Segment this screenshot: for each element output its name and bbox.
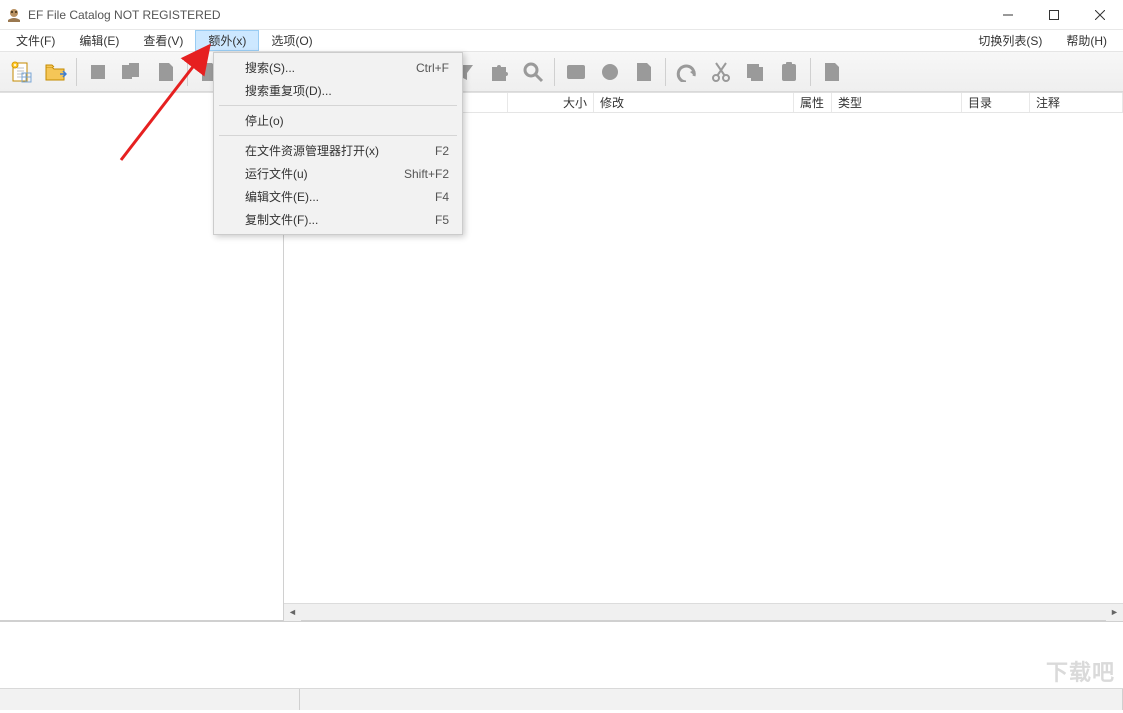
window-title: EF File Catalog NOT REGISTERED (28, 8, 221, 22)
status-cell-1 (0, 689, 300, 710)
content-area: 大小 修改 属性 类型 目录 注释 ◄ ► (0, 92, 1123, 620)
menu-separator (219, 105, 457, 106)
tb-stop-icon[interactable] (83, 57, 113, 87)
log-panel[interactable] (0, 620, 1123, 688)
menu-item-label: 在文件资源管理器打开(x) (245, 142, 379, 159)
col-attr[interactable]: 属性 (794, 93, 832, 112)
menu-item-label: 复制文件(F)... (245, 211, 318, 228)
menu-file[interactable]: 文件(F) (4, 30, 67, 51)
col-dir[interactable]: 目录 (962, 93, 1030, 112)
maximize-button[interactable] (1031, 0, 1077, 30)
menu-item-open-explorer[interactable]: 在文件资源管理器打开(x) F2 (217, 139, 459, 162)
menu-switchlist[interactable]: 切换列表(S) (966, 30, 1054, 51)
tb-search-icon[interactable] (518, 57, 548, 87)
status-cell-2 (300, 689, 1123, 710)
menu-item-copy-file[interactable]: 复制文件(F)... F5 (217, 208, 459, 231)
menu-item-label: 编辑文件(E)... (245, 188, 319, 205)
tb-copy-icon[interactable] (740, 57, 770, 87)
menu-view[interactable]: 查看(V) (131, 30, 195, 51)
menu-item-search-duplicates[interactable]: 搜索重复项(D)... (217, 79, 459, 102)
menu-item-shortcut: Ctrl+F (416, 61, 449, 75)
menu-edit[interactable]: 编辑(E) (67, 30, 131, 51)
menu-item-shortcut: F5 (435, 213, 449, 227)
menu-item-run-file[interactable]: 运行文件(u) Shift+F2 (217, 162, 459, 185)
tb-doc4-icon[interactable] (817, 57, 847, 87)
menu-options[interactable]: 选项(O) (259, 30, 324, 51)
horizontal-scrollbar[interactable]: ◄ ► (284, 603, 1123, 620)
menu-separator (219, 135, 457, 136)
menu-item-label: 搜索重复项(D)... (245, 82, 332, 99)
tb-files-icon[interactable] (117, 57, 147, 87)
col-modified[interactable]: 修改 (594, 93, 794, 112)
tb-doc3-icon[interactable] (629, 57, 659, 87)
menu-extra[interactable]: 额外(x) (195, 30, 259, 51)
menu-help[interactable]: 帮助(H) (1054, 30, 1119, 51)
window-controls (985, 0, 1123, 30)
menu-item-label: 停止(o) (245, 112, 284, 129)
extra-menu-dropdown: 搜索(S)... Ctrl+F 搜索重复项(D)... 停止(o) 在文件资源管… (213, 52, 463, 235)
tb-puzzle-icon[interactable] (484, 57, 514, 87)
statusbar (0, 688, 1123, 710)
tb-paste-icon[interactable] (774, 57, 804, 87)
col-size[interactable]: 大小 (508, 93, 594, 112)
toolbar (0, 52, 1123, 92)
menu-item-search[interactable]: 搜索(S)... Ctrl+F (217, 56, 459, 79)
menu-item-edit-file[interactable]: 编辑文件(E)... F4 (217, 185, 459, 208)
tb-doc1-icon[interactable] (151, 57, 181, 87)
menu-item-label: 运行文件(u) (245, 165, 308, 182)
close-button[interactable] (1077, 0, 1123, 30)
menu-item-stop[interactable]: 停止(o) (217, 109, 459, 132)
col-comment[interactable]: 注释 (1030, 93, 1123, 112)
menu-item-shortcut: F4 (435, 190, 449, 204)
scroll-left-icon[interactable]: ◄ (284, 604, 301, 621)
minimize-button[interactable] (985, 0, 1031, 30)
tb-record-icon[interactable] (595, 57, 625, 87)
menu-item-shortcut: Shift+F2 (404, 167, 449, 181)
menu-item-shortcut: F2 (435, 144, 449, 158)
tb-cut-icon[interactable] (706, 57, 736, 87)
tb-card-icon[interactable] (561, 57, 591, 87)
menu-item-label: 搜索(S)... (245, 59, 295, 76)
app-icon (6, 7, 22, 23)
titlebar: EF File Catalog NOT REGISTERED (0, 0, 1123, 30)
scroll-right-icon[interactable]: ► (1106, 604, 1123, 621)
col-type[interactable]: 类型 (832, 93, 962, 112)
tb-open-folder-icon[interactable] (40, 57, 70, 87)
tb-new-catalog-icon[interactable] (6, 57, 36, 87)
tb-undo-icon[interactable] (672, 57, 702, 87)
menubar: 文件(F) 编辑(E) 查看(V) 额外(x) 选项(O) 切换列表(S) 帮助… (0, 30, 1123, 52)
